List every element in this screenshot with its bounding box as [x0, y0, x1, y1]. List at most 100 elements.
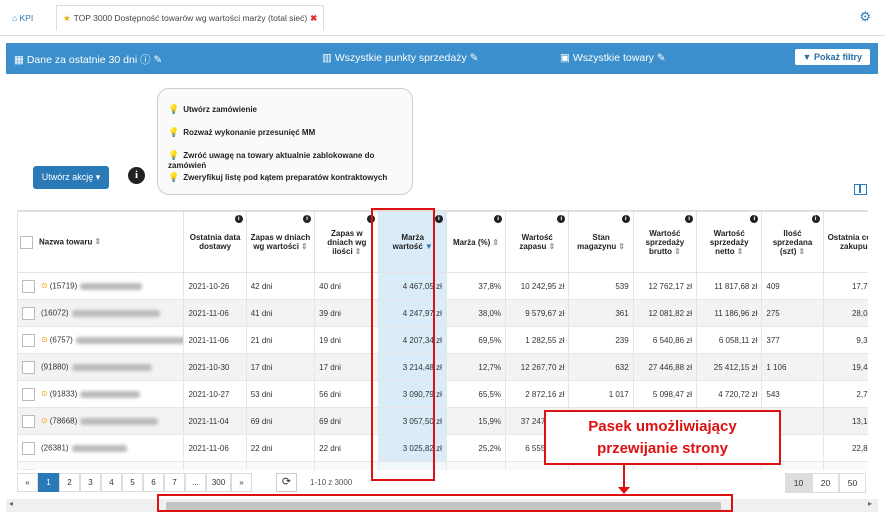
page-button[interactable]: 6: [143, 473, 164, 492]
cell-gross: 6 540,86 zł: [632, 326, 698, 354]
cell-date: 2021-10-27: [183, 380, 247, 408]
cell-gross: 12 081,82 zł: [632, 299, 698, 327]
row-checkbox[interactable]: [22, 306, 35, 320]
tab-top3000[interactable]: ★ TOP 3000 Dostępność towarów wg wartości…: [56, 5, 325, 31]
cell-margin: 2 843,05 zł: [378, 461, 447, 470]
page-button[interactable]: 1: [38, 473, 59, 492]
star-icon: ★: [63, 13, 71, 23]
products-filter[interactable]: ▣ Wszystkie towary ✎: [560, 52, 666, 64]
sort-icon: ⇕: [300, 242, 308, 251]
col-header-net-sales[interactable]: i Wartość sprzedaży netto ⇕: [696, 211, 763, 273]
cell-dq: 19 dni: [314, 326, 380, 354]
row-checkbox[interactable]: [22, 333, 35, 347]
home-icon: ⌂: [12, 13, 18, 23]
tab-kpi[interactable]: ⌂ KPI: [6, 6, 39, 30]
table-row[interactable]: (91880) 2021-10-30 17 dni 17 dni 3 214,48 zł…: [17, 353, 868, 381]
product-code: (91880): [41, 362, 69, 372]
cell-margin: 3 057,50 zł: [378, 407, 447, 435]
info-icon[interactable]: i: [128, 167, 145, 184]
table-row[interactable]: ⊙ (6757) 2021-11-06 21 dni 19 dni 4 207,34 zł…: [17, 326, 868, 354]
col-header-margin-value[interactable]: i Marża wartość ▼: [378, 211, 447, 273]
lightbulb-icon: 💡: [168, 172, 180, 182]
page-prev-button[interactable]: «: [17, 473, 38, 492]
page-button[interactable]: 4: [101, 473, 122, 492]
row-checkbox[interactable]: [22, 387, 35, 401]
col-header-last-price[interactable]: Ostatnia cena zakupu: [822, 211, 868, 273]
col-header-margin-pct[interactable]: i Marża (%) ⇕: [445, 211, 507, 273]
cell-stock_val: 12 267,70 zł: [505, 353, 570, 381]
blurred-product-name: [71, 444, 127, 452]
col-label: Ilość sprzedana (szt): [772, 228, 813, 256]
refresh-icon[interactable]: ⟳: [276, 473, 297, 492]
info-icon: i: [434, 215, 443, 223]
page-button[interactable]: 300: [206, 473, 231, 492]
cell-stock_val: 9 579,67 zł: [505, 299, 570, 327]
row-checkbox[interactable]: [22, 360, 35, 374]
col-label: Marża wartość: [392, 233, 424, 251]
stores-filter[interactable]: ▥ Wszystkie punkty sprzedaży ✎: [322, 52, 478, 64]
page-button[interactable]: 5: [122, 473, 143, 492]
row-checkbox[interactable]: [22, 468, 35, 470]
row-checkbox[interactable]: [22, 414, 35, 428]
tab-top3000-label: TOP 3000 Dostępność towarów wg wartości …: [73, 13, 308, 23]
col-label: Ostatnia data dostawy: [189, 233, 241, 251]
cell-qty: 377: [761, 326, 824, 354]
col-header-stock[interactable]: i Stan magazynu ⇕: [568, 211, 634, 273]
cell-margin: 4 467,05 zł: [378, 272, 447, 300]
tip-text: Rozważ wykonanie przesunięć MM: [183, 128, 316, 137]
page-size-selector: 10 20 50: [785, 473, 866, 493]
page-size-option[interactable]: 20: [812, 473, 839, 493]
cell-date: 2021-11-06: [183, 326, 247, 354]
cell-dv: 17 dni: [245, 461, 316, 470]
row-checkbox[interactable]: [22, 441, 35, 455]
col-header-qty-sold[interactable]: i Ilość sprzedana (szt) ⇕: [761, 211, 824, 273]
cell-pct: 65,5%: [445, 380, 507, 408]
cell-date: 2021-11-04: [183, 407, 247, 435]
close-icon[interactable]: ✖: [310, 13, 317, 23]
edit-icon: ✎: [153, 54, 163, 66]
settings-gear-icon[interactable]: ⚙: [859, 9, 871, 25]
col-header-stock-value[interactable]: i Wartość zapasu ⇕: [505, 211, 570, 273]
page-button[interactable]: 7: [164, 473, 185, 492]
page-button[interactable]: 2: [59, 473, 80, 492]
scroll-left-icon[interactable]: ◂: [9, 499, 13, 508]
table-row[interactable]: (16072) 2021-11-06 41 dni 39 dni 4 247,97 zł…: [17, 299, 868, 327]
page-next-button[interactable]: »: [231, 473, 252, 492]
page-size-option[interactable]: 10: [785, 473, 812, 493]
cell-price: 22,88 zł: [822, 434, 868, 462]
show-filters-button[interactable]: ▼ Pokaż filtry: [794, 49, 870, 65]
cell-stock_val: 2 872,16 zł: [505, 380, 570, 408]
period-filter[interactable]: ▦ Dane za ostatnie 30 dni ⓘ ✎: [14, 52, 162, 67]
cell-dq: 40 dni: [314, 272, 380, 300]
columns-icon[interactable]: [854, 184, 867, 195]
col-header-stock-days-qty[interactable]: i Zapas w dniach wg ilości ⇕: [314, 211, 380, 273]
cell-price: 2,71 zł: [822, 380, 868, 408]
col-header-date[interactable]: i Ostatnia data dostawy: [183, 211, 247, 273]
cell-name: (26381): [17, 434, 185, 462]
col-header-name[interactable]: Nazwa towaru ⇕: [17, 211, 185, 273]
select-all-checkbox[interactable]: [20, 235, 33, 249]
scroll-right-icon[interactable]: ▸: [868, 499, 872, 508]
tip-text: Zweryfikuj listę pod kątem preparatów ko…: [183, 173, 388, 182]
col-header-gross-sales[interactable]: i Wartość sprzedaży brutto ⇕: [632, 211, 698, 273]
col-header-stock-days-value[interactable]: i Zapas w dniach wg wartości ⇕: [245, 211, 316, 273]
sort-icon: ⇕: [736, 246, 744, 256]
cell-stock: 632: [568, 353, 634, 381]
table-row[interactable]: ⊙ (91833) 2021-10-27 53 dni 56 dni 3 090,79 z…: [17, 380, 868, 408]
tip-item: 💡 Zweryfikuj listę pod kątem preparatów k…: [168, 172, 387, 183]
cell-date: 2021-10-29: [183, 461, 247, 470]
info-icon: i: [685, 215, 694, 223]
header-row: Nazwa towaru ⇕ i Ostatnia data dostawy i Za…: [17, 211, 868, 273]
page-size-option[interactable]: 50: [839, 473, 866, 493]
cell-qty: 275: [761, 299, 824, 327]
row-checkbox[interactable]: [22, 279, 35, 293]
cell-pct: 59,7%: [445, 461, 507, 470]
col-label: Marża (%): [452, 237, 491, 247]
page-button[interactable]: 3: [80, 473, 101, 492]
cell-date: 2021-10-26: [183, 272, 247, 300]
table-row[interactable]: ⊙ (15719) 2021-10-26 42 dni 40 dni 4 467,05 z…: [17, 272, 868, 300]
cell-name: (16072): [17, 299, 185, 327]
cell-net: 11 817,68 zł: [696, 272, 763, 300]
create-action-button[interactable]: Utwórz akcję ▾: [33, 166, 109, 189]
cell-dq: 56 dni: [314, 380, 380, 408]
